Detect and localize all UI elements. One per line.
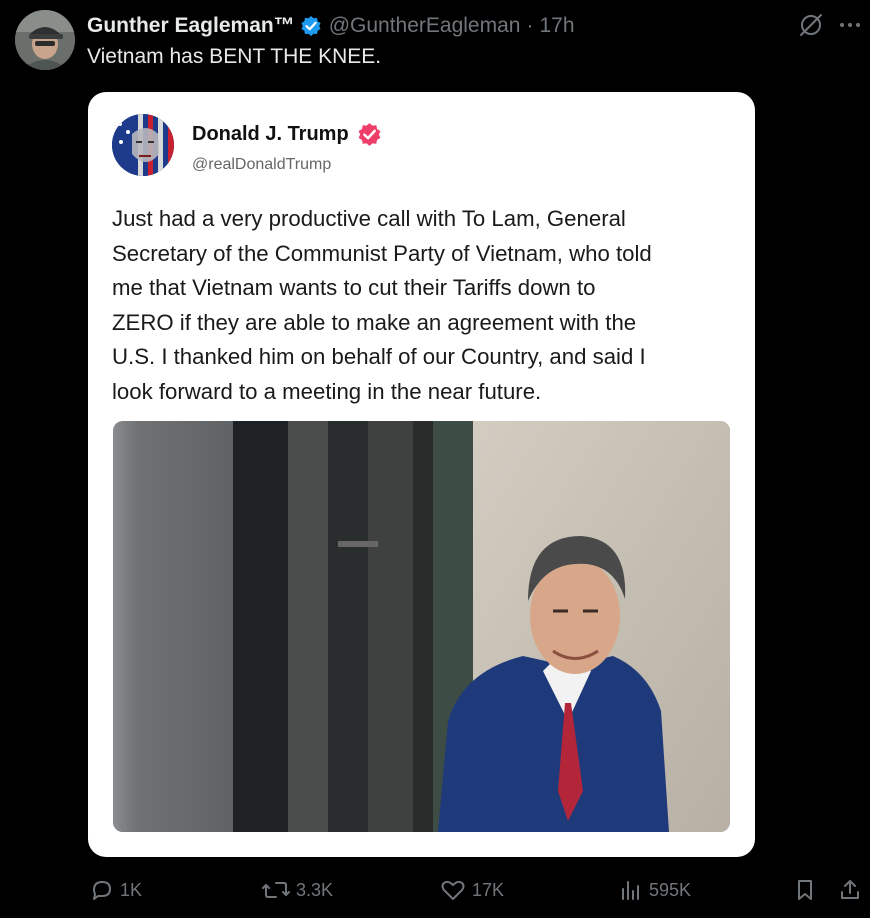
repost-count: 3.3K xyxy=(296,879,334,900)
share-button[interactable] xyxy=(838,878,862,902)
quoted-post-image[interactable]: Donald J. Trump @realDonaldTrump Just ha… xyxy=(88,92,755,857)
bookmark-button[interactable] xyxy=(793,878,817,902)
top-actions xyxy=(798,12,862,38)
quoted-text-line: Just had a very productive call with To … xyxy=(112,206,626,231)
views-count: 595K xyxy=(649,879,692,900)
quoted-text-line: ZERO if they are able to make an agreeme… xyxy=(112,309,637,335)
share-icon xyxy=(841,880,859,899)
views-button[interactable]: 595K xyxy=(619,878,691,902)
quoted-text-line: U.S. I thanked him on behalf of our Coun… xyxy=(112,344,646,369)
separator-dot: · xyxy=(526,14,534,37)
quoted-author-handle: @realDonaldTrump xyxy=(192,156,332,173)
author-avatar[interactable] xyxy=(15,10,75,70)
reply-button[interactable]: 1K xyxy=(90,878,142,902)
quoted-verified-badge-icon xyxy=(357,122,382,147)
action-bar: 1K 3.3K 17K 595K xyxy=(0,870,870,910)
verified-badge-icon xyxy=(300,15,322,37)
reply-icon xyxy=(93,881,111,900)
quoted-text-line: me that Vietnam wants to cut their Tarif… xyxy=(112,275,596,300)
views-icon xyxy=(622,881,639,900)
repost-icon xyxy=(262,882,290,898)
reply-count: 1K xyxy=(120,879,143,900)
quoted-post-photo xyxy=(113,421,730,832)
bookmark-icon xyxy=(798,880,812,900)
author-name[interactable]: Gunther Eagleman™ xyxy=(87,14,295,38)
quoted-author-avatar xyxy=(112,114,174,176)
tweet-header: Gunther Eagleman™ @GuntherEagleman · 17h xyxy=(87,12,575,40)
like-count: 17K xyxy=(472,879,505,900)
author-handle[interactable]: @GuntherEagleman xyxy=(329,14,521,38)
more-icon[interactable] xyxy=(838,13,862,37)
tweet-text: Vietnam has BENT THE KNEE. xyxy=(87,45,382,68)
quoted-text-line: look forward to a meeting in the near fu… xyxy=(112,378,542,404)
repost-button[interactable]: 3.3K xyxy=(262,878,333,902)
grok-icon[interactable] xyxy=(798,12,824,38)
like-icon xyxy=(441,880,465,900)
timestamp[interactable]: 17h xyxy=(539,14,574,38)
quoted-author: Donald J. Trump xyxy=(192,122,382,147)
quoted-post-text: Just had a very productive call with To … xyxy=(112,202,737,409)
like-button[interactable]: 17K xyxy=(440,878,504,902)
quoted-text-line: Secretary of the Communist Party of Viet… xyxy=(112,240,652,266)
quoted-author-name: Donald J. Trump xyxy=(192,123,349,145)
